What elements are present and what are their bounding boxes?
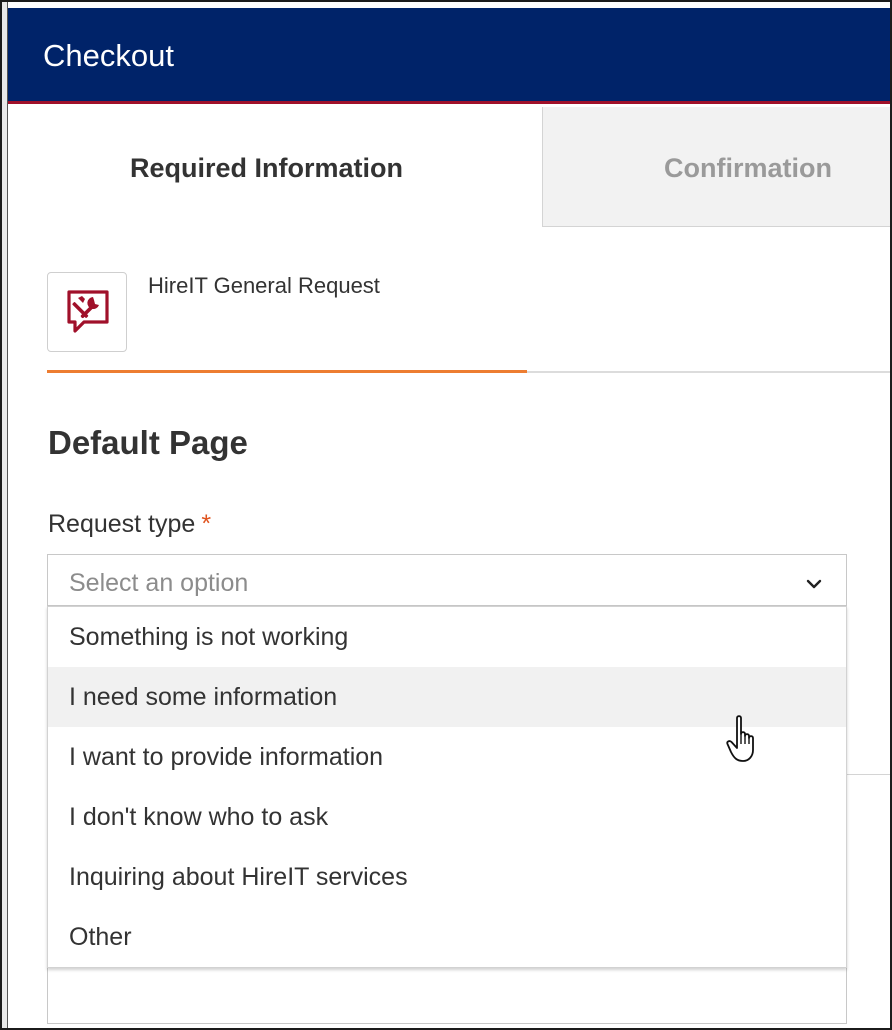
dropdown-option-label: Something is not working [69,623,349,651]
tab-required-information[interactable]: Required Information [8,107,542,227]
dropdown-option-label: Inquiring about HireIT services [69,863,408,891]
dropdown-option-label: Other [69,923,132,951]
dialog-title: Checkout [43,38,174,73]
dropdown-option[interactable]: Inquiring about HireIT services [48,847,846,907]
progress-indicator [47,370,527,373]
dropdown-option-label: I don't know who to ask [69,803,329,831]
divider [847,774,890,775]
dropdown-option-label: I need some information [69,683,338,711]
request-type-label-text: Request type [48,510,196,538]
hand-pointer-cursor [726,715,754,762]
tab-label: Required Information [130,153,404,183]
request-type-select[interactable]: Select an option [47,554,847,606]
request-type-options-list: Something is not working I need some info… [47,606,847,968]
dropdown-option[interactable]: Something is not working [48,607,846,667]
chevron-down-icon [806,579,822,589]
request-type-label: Request type * [48,510,211,539]
required-marker: * [201,510,212,538]
select-placeholder: Select an option [69,569,249,597]
item-icon-tile [47,272,127,352]
dropdown-option-label: I want to provide information [69,743,384,771]
next-field-box [47,962,847,1024]
item-name: HireIT General Request [148,273,380,298]
page-heading: Default Page [48,424,248,461]
dropdown-option[interactable]: I don't know who to ask [48,787,846,847]
dialog-header: Checkout [8,8,890,104]
chat-tools-icon [67,290,109,333]
tab-label: Confirmation [664,153,832,183]
tab-confirmation[interactable]: Confirmation [542,107,890,227]
checkout-dialog: Checkout Required Information Confirmati… [0,0,892,1030]
dropdown-option[interactable]: Other [48,907,846,967]
